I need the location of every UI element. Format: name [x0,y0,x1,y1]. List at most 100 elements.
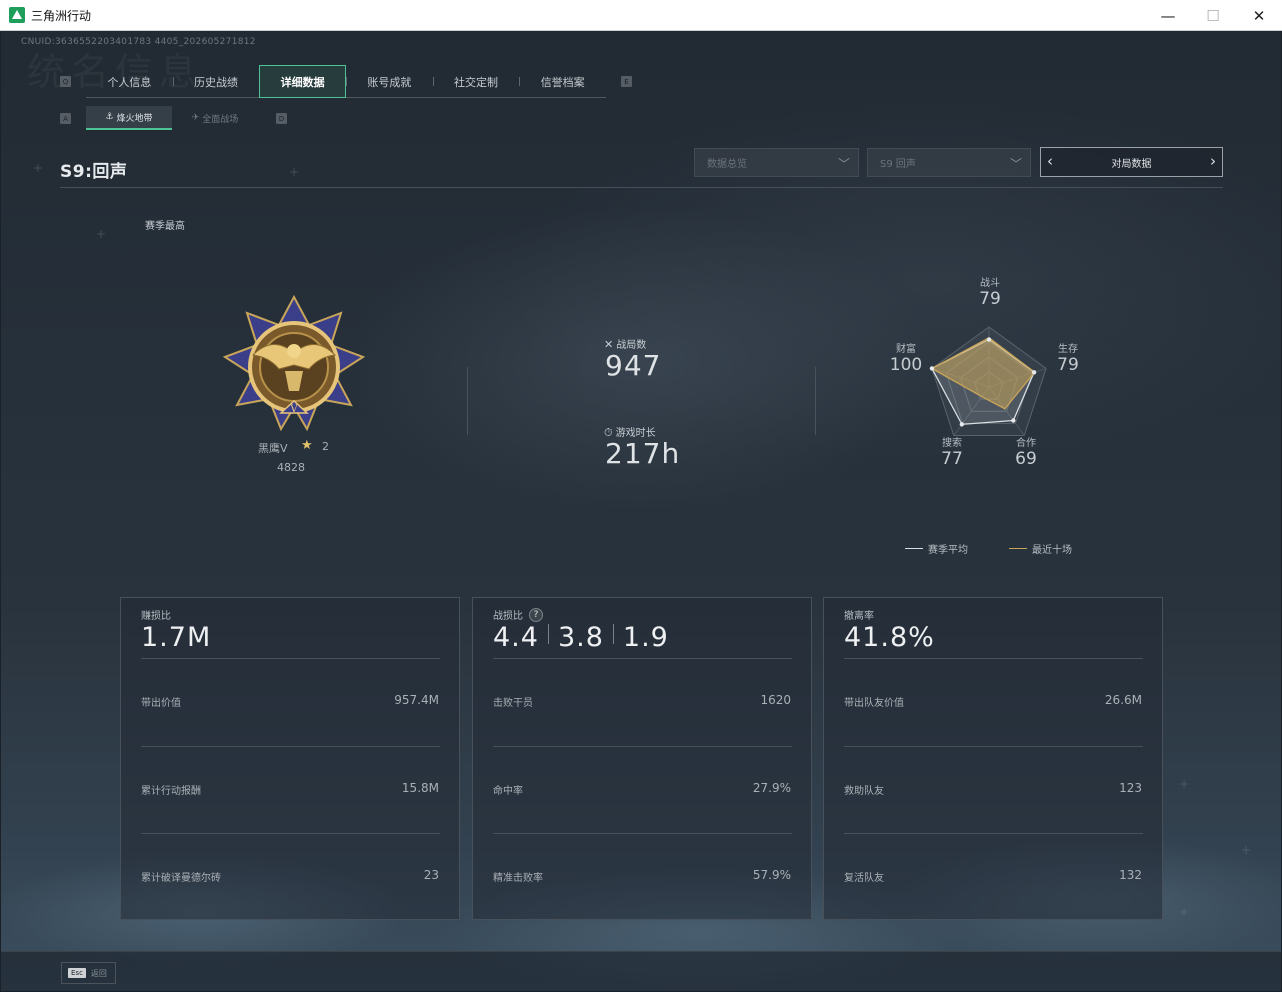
svg-text:V: V [289,404,298,415]
row-label: 命中率 [493,786,523,797]
star-icon: ★ [301,438,313,453]
grid-marker: + [1241,843,1252,857]
tab-prev-key[interactable]: Q [60,76,71,87]
subtab-label: 全面战场 [202,114,239,125]
plane-icon: ✈ [191,113,200,123]
tab-personal-info[interactable]: 个人信息 [86,65,173,98]
row-label: 击败干员 [493,698,533,709]
dropdown-value: 数据总览 [707,159,747,170]
radar-label-survival: 生存 [1058,344,1078,355]
season-high-label: 赛季最高 [145,221,185,232]
season-dropdown[interactable]: S9 回声 ﹀ [867,148,1031,177]
card-divider [493,746,792,747]
rank-badge-icon: V [223,295,365,432]
tab-detailed-data[interactable]: 详细数据 [259,65,347,98]
card-divider [844,658,1143,659]
row-label: 精准击败率 [493,873,543,884]
rank-score: 4828 [277,461,305,474]
back-label: 返回 [90,968,107,978]
radar-value-wealth: 100 [889,355,923,375]
window-title: 三角洲行动 [31,8,92,23]
row-value: 132 [1119,868,1142,882]
matches-value: 947 [605,349,662,382]
rank-stars: 2 [322,440,329,453]
subtab-next-key[interactable]: D [276,113,287,124]
radar-value-cooperation: 69 [1015,449,1037,469]
chevron-left-icon[interactable]: ‹ [1047,152,1053,170]
grid-marker: + [96,227,107,241]
radar-label-combat: 战斗 [980,278,1000,289]
card-divider [844,833,1143,834]
radar-point [1031,370,1037,375]
grid-marker: + [289,165,300,179]
card-main-value: 1.7M [141,622,212,653]
row-value: 957.4M [394,693,439,707]
card-title: 撤离率 [844,611,874,622]
divider [467,367,468,435]
kd-ratio-card: 战损比 ? 4.4 3.8 1.9 击败干员 1620 命中率 27.9% 精准击败… [472,597,812,920]
playtime-value: 217h [605,437,681,470]
data-type-dropdown[interactable]: 数据总览 ﹀ [694,148,859,177]
card-divider [844,746,1143,747]
grid-marker: + [1179,777,1190,791]
card-title: 战损比 ? [493,607,543,622]
row-label: 救助队友 [844,786,884,797]
card-main-value: 4.4 3.8 1.9 [493,622,669,653]
grid-marker: + [33,161,44,175]
row-label: 复活队友 [844,873,884,884]
anchor-icon: ⚓ [105,112,114,122]
row-label: 带出价值 [141,698,181,709]
card-divider [493,833,792,834]
bottom-bar: Esc 返回 [1,951,1281,991]
card-divider [141,658,440,659]
main-tabs: 个人信息 历史战绩 详细数据 账号成就 社交定制 信誉档案 [86,65,606,98]
profit-loss-card: 赚损比 1.7M 带出价值 957.4M 累计行动报酬 15.8M 累计破译曼德… [120,597,460,920]
grid-marker: + [1179,905,1190,919]
radar-point [1011,418,1016,423]
legend-recent-ten: 最近十场 [1009,541,1072,556]
row-value: 26.6M [1104,693,1142,707]
subtab-warfare[interactable]: ✈ 全面战场 [172,106,258,130]
tab-social[interactable]: 社交定制 [432,65,520,98]
close-button[interactable]: ✕ [1236,0,1282,31]
card-divider [493,658,792,659]
row-value: 27.9% [752,781,791,795]
player-uid: CNUID:3636552203401783 4405_202605271812 [21,37,256,47]
ability-radar-chart [929,326,1047,437]
chevron-down-icon: ﹀ [837,157,850,171]
data-pager: ‹ 对局数据 › [1040,147,1223,177]
tab-next-key[interactable]: E [621,76,632,87]
row-value: 23 [423,868,439,882]
subtab-prev-key[interactable]: A [60,113,71,124]
tab-reputation[interactable]: 信誉档案 [519,65,606,98]
tab-history[interactable]: 历史战绩 [172,65,260,98]
card-main-value: 41.8% [844,622,935,653]
extraction-rate-card: 撤离率 41.8% 带出队友价值 26.6M 救助队友 123 复活队友 132 [823,597,1163,920]
row-value: 57.9% [752,868,791,882]
dropdown-value: S9 回声 [880,159,916,170]
radar-label-wealth: 财富 [896,344,916,355]
subtab-operations[interactable]: ⚓ 烽火地带 [86,106,172,130]
card-title: 赚损比 [141,611,171,622]
chevron-right-icon[interactable]: › [1210,152,1216,170]
card-divider [141,746,440,747]
mode-subtabs: ⚓ 烽火地带 ✈ 全面战场 [86,106,258,130]
subtab-label: 烽火地带 [116,113,153,124]
app-logo-icon [9,7,25,23]
back-button[interactable]: Esc 返回 [61,962,116,984]
row-label: 累计行动报酬 [141,786,201,797]
divider [815,367,816,435]
radar-value-combat: 79 [979,289,1001,309]
minimize-button[interactable]: — [1145,0,1191,31]
radar-point [986,337,992,342]
help-icon[interactable]: ? [529,607,543,622]
game-viewport: + + + + + + 统名信息 CNUID:3636552203401783 … [1,31,1281,991]
row-value: 1620 [760,693,791,707]
window-titlebar: 三角洲行动 — ☐ ✕ [0,0,1282,31]
radar-point [929,366,935,371]
legend-swatch [905,548,923,549]
season-title: S9:回声 [60,162,128,182]
maximize-button[interactable]: ☐ [1190,0,1236,31]
radar-value-survival: 79 [1057,355,1079,375]
tab-achievements[interactable]: 账号成就 [346,65,433,98]
